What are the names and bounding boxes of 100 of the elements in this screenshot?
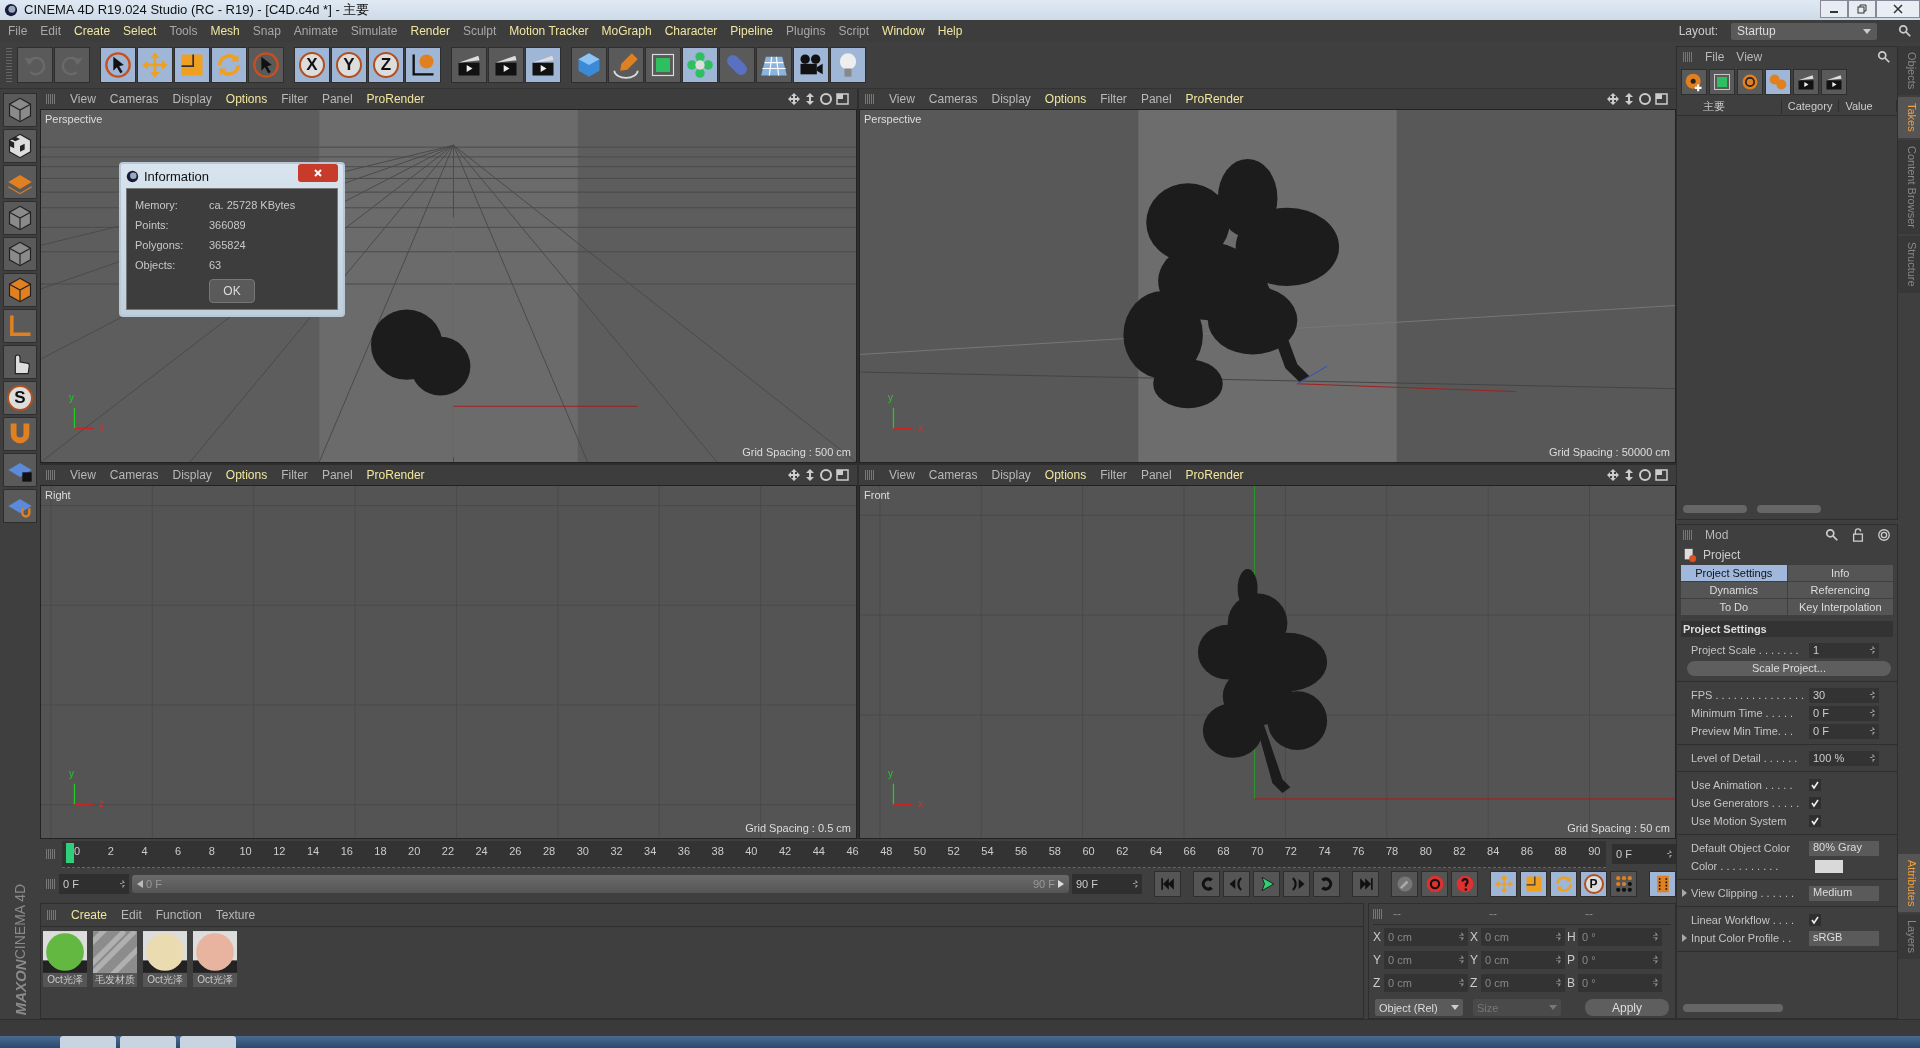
grip-handle[interactable] bbox=[46, 470, 56, 480]
scrollbar[interactable] bbox=[1683, 505, 1747, 513]
checkbox[interactable] bbox=[1809, 797, 1821, 809]
viewport-menu-item[interactable]: Display bbox=[172, 92, 212, 106]
menu-item[interactable]: Motion Tracker bbox=[509, 24, 589, 38]
attribute-tab[interactable]: Dynamics bbox=[1681, 582, 1787, 598]
menu-item[interactable]: Edit bbox=[40, 24, 62, 38]
menu-item[interactable]: File bbox=[8, 24, 28, 38]
size-field[interactable]: 0 cm bbox=[1481, 973, 1565, 992]
parameter-button[interactable]: P bbox=[1580, 871, 1607, 897]
color-swatch[interactable] bbox=[1815, 859, 1843, 873]
viewport-menu-item[interactable]: Panel bbox=[321, 468, 353, 482]
viewport-menu-item[interactable]: Options bbox=[225, 92, 268, 106]
viewport-menu-item[interactable]: View bbox=[889, 92, 915, 106]
value-field[interactable]: 0 F bbox=[1809, 723, 1879, 739]
column-header[interactable]: Value bbox=[1839, 100, 1897, 112]
playback-button[interactable] bbox=[1391, 871, 1418, 897]
viewport-menu-item[interactable]: Filter bbox=[281, 468, 308, 482]
toolbar-button[interactable] bbox=[793, 47, 829, 83]
panel-tool-button[interactable] bbox=[1793, 69, 1819, 95]
rotation-field[interactable]: 0 ° bbox=[1578, 927, 1662, 946]
material-swatch[interactable]: 毛发材质 bbox=[93, 931, 137, 987]
viewport-menu-item[interactable]: ProRender bbox=[366, 92, 425, 106]
expand-arrow-icon[interactable] bbox=[1681, 889, 1687, 897]
material-swatch[interactable]: Oct光泽 bbox=[193, 931, 237, 987]
apply-button[interactable]: Apply bbox=[1585, 999, 1669, 1016]
material-swatch[interactable]: Oct光泽 bbox=[143, 931, 187, 987]
search-icon[interactable] bbox=[1898, 24, 1912, 38]
tool-button[interactable] bbox=[3, 345, 37, 379]
playback-button[interactable] bbox=[1253, 871, 1280, 897]
grip-handle[interactable] bbox=[1683, 52, 1693, 62]
grip-handle[interactable] bbox=[1373, 909, 1383, 919]
take-item[interactable]: 主要 bbox=[1703, 99, 1725, 112]
menu-item[interactable]: Plugins bbox=[786, 24, 826, 38]
mode-menu[interactable]: Mod bbox=[1705, 528, 1729, 542]
current-frame-field[interactable]: 0 F bbox=[1612, 844, 1676, 864]
coordinate-mode-dropdown[interactable]: Object (Rel) bbox=[1375, 999, 1463, 1016]
menu-item[interactable]: Tools bbox=[169, 24, 198, 38]
viewport-menu-item[interactable]: ProRender bbox=[1185, 468, 1244, 482]
playback-button[interactable] bbox=[1649, 871, 1676, 897]
material-menu-item[interactable]: Edit bbox=[121, 908, 142, 922]
menu-item[interactable]: Pipeline bbox=[730, 24, 774, 38]
axis-lock-button[interactable]: Z bbox=[368, 47, 404, 83]
viewport-menu-item[interactable]: Display bbox=[991, 92, 1031, 106]
toolbar-button[interactable] bbox=[645, 47, 681, 83]
grip-handle[interactable] bbox=[865, 94, 875, 104]
playhead[interactable] bbox=[66, 842, 74, 863]
start-frame-field[interactable]: 0 F bbox=[59, 874, 129, 894]
value-dropdown[interactable]: sRGB bbox=[1809, 930, 1879, 946]
menu-item[interactable]: Select bbox=[123, 24, 157, 38]
viewport-menu-item[interactable]: Cameras bbox=[109, 468, 159, 482]
layout-dropdown[interactable]: Startup bbox=[1731, 22, 1877, 40]
size-field[interactable]: 0 cm bbox=[1481, 950, 1565, 969]
scrollbar[interactable] bbox=[1757, 505, 1821, 513]
value-field[interactable]: 100 % bbox=[1809, 750, 1879, 766]
menu-item[interactable]: Mesh bbox=[210, 24, 240, 38]
side-tab[interactable]: Objects bbox=[1898, 46, 1920, 96]
column-header[interactable]: Category bbox=[1781, 100, 1840, 112]
grip-handle[interactable] bbox=[47, 910, 57, 920]
toolbar-button[interactable] bbox=[608, 47, 644, 83]
viewport-menu-item[interactable]: Panel bbox=[1140, 92, 1172, 106]
tool-button[interactable] bbox=[3, 453, 37, 487]
toolbar-button[interactable] bbox=[405, 47, 441, 83]
lock-icon[interactable] bbox=[1851, 528, 1865, 542]
toolbar-button[interactable] bbox=[174, 47, 210, 83]
timeline-ruler[interactable]: 0 2 4 6 8 10 12 14 16 18 20 22 24 26 28 30 32 34 36 38 40 42 44 46 48 50 52 54 56 58 60 62 64 66 68 70 72 74 76 78 80 82 84 86 88 90 bbox=[62, 840, 1606, 868]
material-menu-item[interactable]: Function bbox=[155, 908, 202, 922]
side-tab[interactable]: Layers bbox=[1898, 913, 1920, 959]
viewport-menu-item[interactable]: Options bbox=[1044, 92, 1087, 106]
toolbar-button[interactable] bbox=[571, 47, 607, 83]
checkbox[interactable] bbox=[1809, 779, 1821, 791]
viewport-menu-item[interactable]: View bbox=[70, 92, 96, 106]
scale-project-button[interactable]: Scale Project... bbox=[1687, 660, 1891, 676]
attribute-tab[interactable]: Key Interpolation bbox=[1787, 599, 1893, 615]
playback-button[interactable] bbox=[1451, 871, 1478, 897]
viewport-menu-item[interactable]: Panel bbox=[1140, 468, 1172, 482]
tool-button[interactable] bbox=[3, 129, 37, 163]
menu-item[interactable]: Script bbox=[838, 24, 870, 38]
viewport-menu-item[interactable]: Options bbox=[225, 468, 268, 482]
viewport-menu-item[interactable]: Filter bbox=[281, 92, 308, 106]
side-tab[interactable]: Content Browser bbox=[1898, 140, 1920, 234]
attribute-tab[interactable]: Referencing bbox=[1787, 582, 1893, 598]
axis-lock-button[interactable]: Y bbox=[331, 47, 367, 83]
close-button[interactable] bbox=[1876, 0, 1920, 18]
toolbar-button[interactable] bbox=[100, 47, 136, 83]
checkbox[interactable] bbox=[1809, 815, 1821, 827]
axis-lock-button[interactable]: X bbox=[294, 47, 330, 83]
position-field[interactable]: 0 cm bbox=[1384, 927, 1468, 946]
end-frame-field[interactable]: 90 F bbox=[1072, 874, 1142, 894]
viewport-menu-item[interactable]: ProRender bbox=[1185, 92, 1244, 106]
menu-item[interactable]: MoGraph bbox=[601, 24, 652, 38]
size-field[interactable]: 0 cm bbox=[1481, 927, 1565, 946]
side-tab[interactable]: Takes bbox=[1898, 97, 1920, 139]
minimize-button[interactable] bbox=[1820, 0, 1848, 18]
toolbar-button[interactable] bbox=[682, 47, 718, 83]
menu-item[interactable]: Animate bbox=[293, 24, 338, 38]
toolbar-button[interactable] bbox=[756, 47, 792, 83]
target-icon[interactable] bbox=[1877, 528, 1891, 542]
viewport-menu-item[interactable]: Filter bbox=[1100, 92, 1127, 106]
attribute-tab[interactable]: Info bbox=[1787, 565, 1893, 581]
